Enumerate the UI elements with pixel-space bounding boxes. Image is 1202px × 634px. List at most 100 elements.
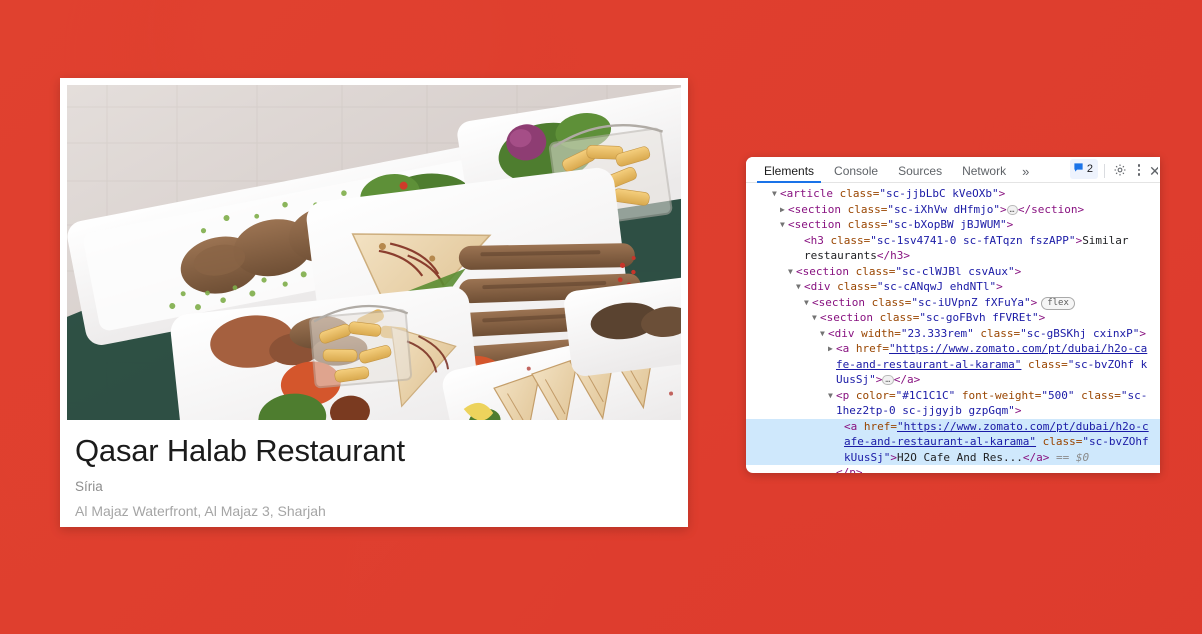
dom-node-row[interactable]: <section class="sc-clWJBl csvAux"> (746, 264, 1160, 280)
chevron-down-icon[interactable] (772, 186, 780, 202)
dom-token-an: class= (847, 202, 888, 216)
dom-token-av: "sc-iXhVw dHfmjo" (887, 202, 1000, 216)
dom-node-row[interactable]: <article class="sc-jjbLbC kVeOXb"> (746, 186, 1160, 202)
dom-token-an: class= (1021, 357, 1068, 371)
dom-token-an: class= (871, 295, 912, 309)
dom-node-row[interactable]: restaurants</h3> (746, 248, 1160, 264)
dom-node-row[interactable]: kUusSj">H2O Cafe And Res...</a> == $0 (746, 449, 1160, 465)
dom-node-row[interactable]: <section class="sc-goFBvh fFVREt"> (746, 310, 1160, 326)
dom-token-an: href= (863, 419, 897, 433)
dom-node-row[interactable]: <h3 class="sc-1sv4741-0 sc-fATqzn fszAPP… (746, 233, 1160, 249)
dom-token-an: width= (861, 326, 901, 340)
dom-token-av: "sc-goFBvh fFVREt" (919, 311, 1039, 324)
dom-token-tw: <p (836, 388, 856, 402)
dom-token-tw: > (1014, 264, 1022, 278)
tab-console[interactable]: Console (824, 165, 888, 182)
dom-token-av: "sc-gBSKhj cxinxP" (1020, 326, 1140, 340)
dom-node-row[interactable]: <div width="23.333rem" class="sc-gBSKhj … (746, 326, 1160, 342)
dom-token-av: "sc-bvZOhf (1082, 435, 1149, 448)
dom-node-row[interactable]: <section class="sc-iXhVw dHfmjo">…</sect… (746, 202, 1160, 218)
restaurant-title: Qasar Halab Restaurant (75, 433, 405, 468)
chevron-down-icon[interactable] (796, 279, 804, 295)
dom-token-avlink[interactable]: fe-and-restaurant-al-karama" (836, 358, 1021, 371)
dom-token-av: "sc-bvZOhf k (1067, 357, 1148, 371)
chevron-down-icon[interactable] (812, 310, 820, 326)
dom-token-av: "sc- (1120, 388, 1148, 402)
dom-token-an: class= (839, 187, 880, 200)
dom-token-tw: <article (780, 187, 840, 200)
dom-tree[interactable]: <article class="sc-jjbLbC kVeOXb"><secti… (746, 183, 1160, 473)
dom-token-avlink[interactable]: "https://www.zomato.com/pt/dubai/h2o-ca (889, 342, 1147, 355)
restaurant-address: Al Majaz Waterfront, Al Majaz 3, Sharjah (75, 502, 326, 519)
dom-token-tw: > (1014, 404, 1022, 417)
dom-node-row[interactable]: <a href="https://www.zomato.com/pt/dubai… (746, 418, 1160, 434)
tab-elements[interactable]: Elements (754, 165, 824, 183)
dom-node-row[interactable]: <p color="#1C1C1C" font-weight="500" cla… (746, 388, 1160, 404)
flex-badge[interactable]: flex (1041, 296, 1075, 310)
dom-node-row[interactable]: <section class="sc-iUVpnZ fXFuYa">flex (746, 295, 1160, 311)
chevron-down-icon[interactable] (820, 326, 828, 342)
dom-token-tw: <a (844, 419, 864, 433)
dom-node-row[interactable]: UusSj">… </a> (746, 372, 1160, 388)
dom-token-tw: </section> (1017, 202, 1085, 216)
dom-token-an: class= (830, 233, 871, 247)
dom-token-an: class= (1036, 435, 1083, 448)
more-tabs-chevron-icon[interactable]: » (1016, 165, 1035, 182)
dom-token-av: "sc-1sv4741-0 sc-fATqzn fszAPP" (870, 233, 1076, 247)
dom-node-row[interactable]: 1hez2tp-0 sc-jjgyjb gzpGqm"> (746, 403, 1160, 419)
dom-token-tw: > (890, 450, 897, 464)
dom-token-an: href= (855, 342, 889, 355)
dom-token-tw: > (875, 373, 883, 386)
chevron-down-icon[interactable] (828, 388, 836, 404)
dom-node-row[interactable]: afe-and-restaurant-al-karama" class="sc-… (746, 434, 1160, 450)
dom-token-txt: H2O Cafe And Res... (896, 450, 1023, 464)
message-bubble-icon (1073, 160, 1084, 178)
dom-token-tw: <h3 (804, 233, 831, 247)
devtools-toolbar: Elements Console Sources Network » 2 ✕ (746, 157, 1160, 183)
collapsed-content-icon[interactable]: … (1006, 204, 1018, 215)
dom-token-tw: > (1139, 326, 1146, 340)
toolbar-divider (1104, 164, 1105, 178)
dom-token-tw: <section (812, 295, 872, 309)
dom-token-tw: > (1030, 295, 1038, 309)
dom-token-tw: <div (804, 280, 838, 293)
dom-token-an: color= (855, 388, 896, 402)
dom-node-row[interactable]: <div class="sc-cANqwJ ehdNTl"> (746, 279, 1160, 295)
devtools-panel[interactable]: Elements Console Sources Network » 2 ✕ ▼… (746, 157, 1160, 473)
dom-token-tw: <a (836, 342, 856, 355)
dom-token-tw: </p> (836, 466, 863, 473)
dom-token-avlink[interactable]: "https://www.zomato.com/pt/dubai/h2o-c (897, 420, 1149, 433)
restaurant-cuisine: Síria (75, 478, 103, 494)
tab-sources[interactable]: Sources (888, 165, 952, 182)
kebab-menu-icon[interactable] (1131, 161, 1147, 179)
dom-token-avlink[interactable]: afe-and-restaurant-al-karama" (844, 435, 1036, 448)
chevron-right-icon[interactable] (828, 341, 836, 357)
dom-token-tw: <section (820, 311, 880, 324)
chevron-down-icon[interactable] (788, 264, 796, 280)
tab-network[interactable]: Network (952, 165, 1016, 182)
restaurant-card[interactable]: Qasar Halab Restaurant Síria Al Majaz Wa… (60, 78, 688, 527)
dom-token-av: kUusSj" (844, 450, 891, 464)
restaurant-card-body: Qasar Halab Restaurant Síria Al Majaz Wa… (67, 420, 681, 520)
dom-token-dollar: == $0 (1049, 450, 1090, 464)
console-message-badge[interactable]: 2 (1069, 159, 1098, 179)
dom-token-tw: <div (828, 326, 862, 340)
chevron-right-icon[interactable] (780, 202, 788, 218)
chevron-down-icon[interactable] (804, 295, 812, 311)
dom-node-row[interactable]: </p> (746, 465, 1160, 473)
collapsed-content-icon[interactable]: … (882, 375, 894, 385)
dom-token-av: "23.333rem" (900, 326, 981, 340)
dom-node-row[interactable]: fe-and-restaurant-al-karama" class="sc-b… (746, 357, 1160, 373)
page-root: Qasar Halab Restaurant Síria Al Majaz Wa… (0, 0, 1202, 634)
dom-node-row[interactable]: <a href="https://www.zomato.com/pt/dubai… (746, 341, 1160, 357)
dom-token-av: "500" (1041, 388, 1082, 402)
dom-token-tw: <section (788, 202, 848, 216)
chevron-down-icon[interactable] (780, 217, 788, 233)
dom-node-row[interactable]: <section class="sc-bXopBW jBJWUM"> (746, 217, 1160, 233)
dom-token-tw: </h3> (876, 249, 910, 262)
gear-icon[interactable] (1111, 161, 1129, 179)
dom-token-tw: > (1006, 218, 1014, 231)
dom-token-txt: Similar (1082, 233, 1129, 247)
close-icon[interactable]: ✕ (1149, 164, 1158, 179)
dom-token-an: class= (1081, 388, 1121, 402)
